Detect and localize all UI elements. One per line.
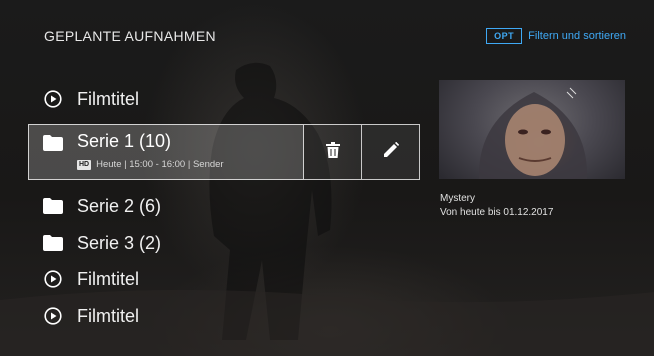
genre-text: Mystery	[440, 193, 475, 204]
folder-icon	[43, 196, 63, 216]
opt-key-badge: OPT	[486, 28, 523, 44]
list-item-label: Filmtitel	[77, 88, 139, 109]
preview-thumbnail	[439, 80, 625, 179]
list-item-label: Serie 2 (6)	[77, 195, 162, 216]
pencil-icon	[383, 141, 399, 163]
delete-button[interactable]	[304, 124, 362, 180]
list-item-label: Serie 3 (2)	[77, 232, 162, 253]
play-icon	[43, 89, 63, 109]
availability-text: Von heute bis 01.12.2017	[440, 207, 554, 218]
list-item[interactable]: Filmtitel	[28, 84, 420, 114]
series-item[interactable]: Serie 1 (10) HD Heute | 15:00 - 16:00 | …	[28, 124, 304, 180]
list-item[interactable]: Serie 2 (6)	[28, 191, 420, 221]
play-icon	[43, 269, 63, 289]
edit-button[interactable]	[362, 124, 420, 180]
list-item-label: Filmtitel	[77, 268, 139, 289]
folder-icon	[43, 233, 63, 253]
folder-icon	[43, 135, 63, 153]
list-item[interactable]: Filmtitel	[28, 264, 420, 294]
selected-list-item[interactable]: Serie 1 (10) HD Heute | 15:00 - 16:00 | …	[28, 124, 420, 180]
page-title: GEPLANTE AUFNAHMEN	[44, 28, 216, 44]
play-icon	[43, 306, 63, 326]
list-item[interactable]: Filmtitel	[28, 301, 420, 331]
preview-description: Mystery Von heute bis 01.12.2017	[440, 192, 553, 220]
item-meta: HD Heute | 15:00 - 16:00 | Sender	[77, 159, 224, 170]
hd-badge: HD	[77, 159, 92, 170]
item-schedule: Heute | 15:00 - 16:00 | Sender	[96, 159, 224, 170]
filter-sort-option[interactable]: OPT Filtern und sortieren	[486, 28, 626, 44]
list-item-label: Filmtitel	[77, 305, 139, 326]
tv-screen: GEPLANTE AUFNAHMEN OPT Filtern und sorti…	[0, 0, 654, 356]
list-item-label: Serie 1 (10)	[77, 131, 172, 151]
filter-sort-label: Filtern und sortieren	[528, 30, 626, 42]
hooded-face-image	[478, 87, 588, 179]
trash-icon	[325, 141, 340, 163]
list-item[interactable]: Serie 3 (2)	[28, 228, 420, 258]
